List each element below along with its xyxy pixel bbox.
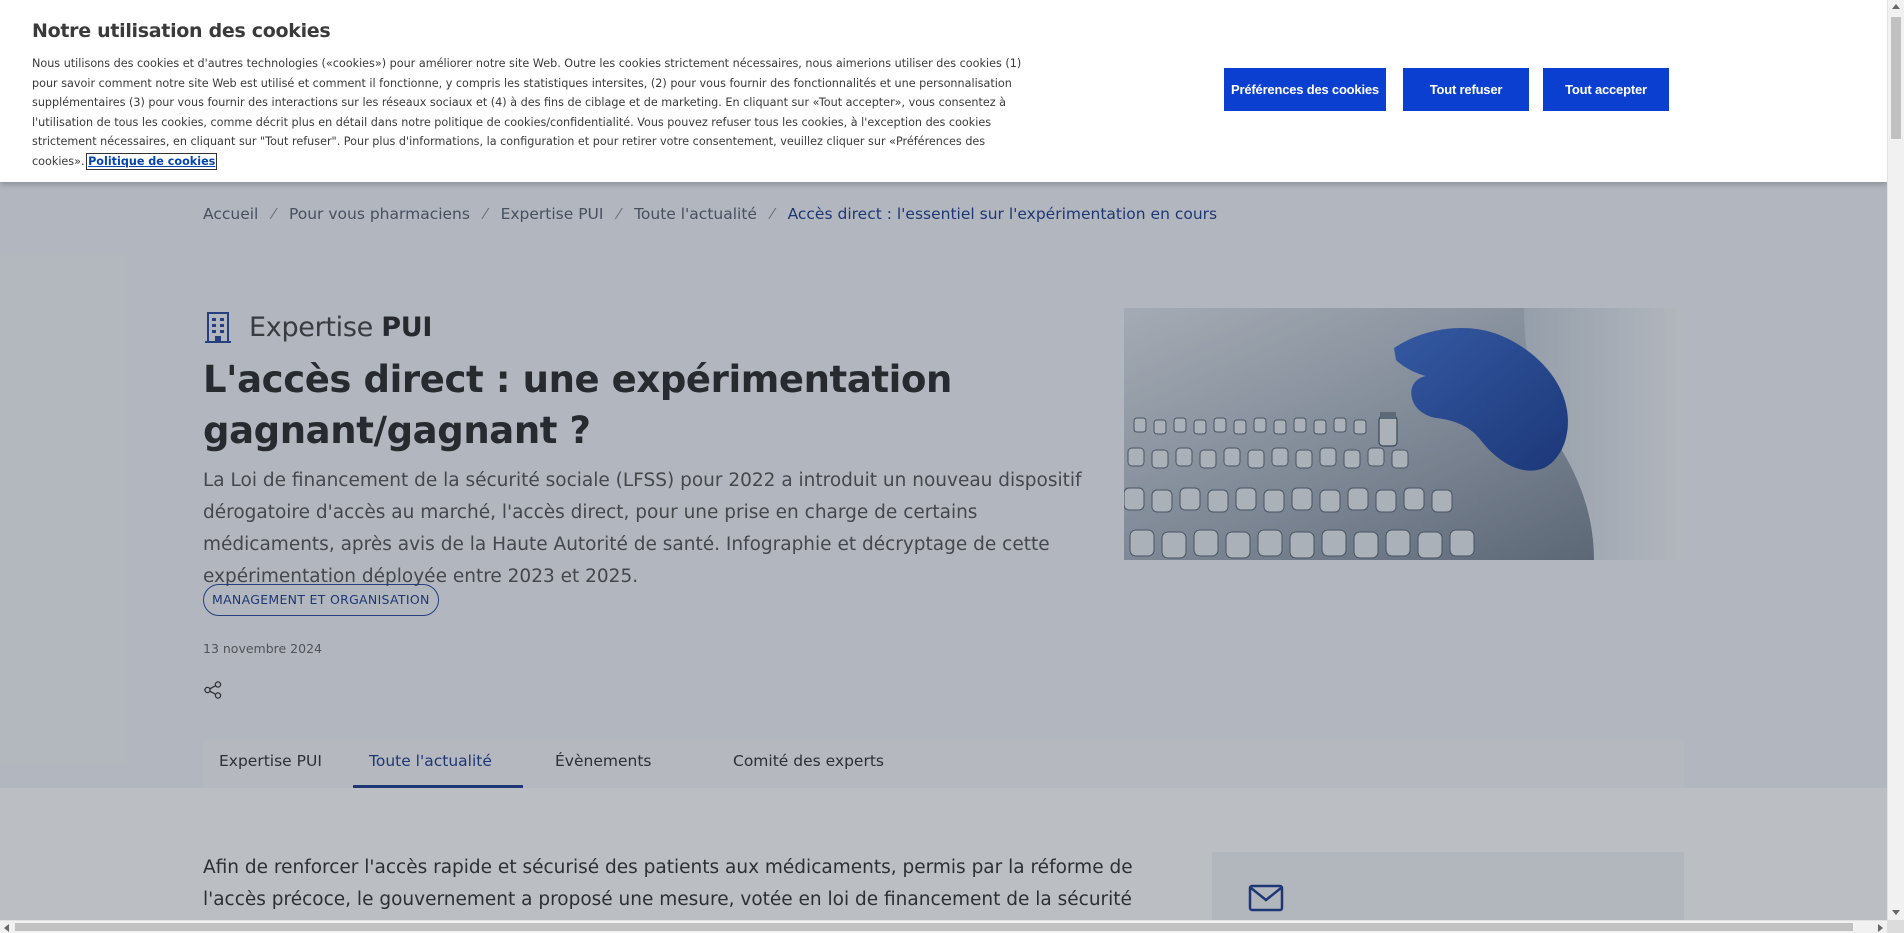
cookie-policy-link[interactable]: Politique de cookies (86, 152, 218, 170)
scroll-down-arrow-icon[interactable] (1892, 910, 1900, 915)
cookie-description: Nous utilisons des cookies et d'autres t… (32, 57, 1022, 168)
horizontal-scrollbar[interactable] (0, 920, 1887, 933)
horizontal-scroll-thumb[interactable] (15, 923, 1853, 931)
cookie-title: Notre utilisation des cookies (32, 20, 331, 42)
scrollbar-corner (1887, 920, 1904, 933)
scroll-left-arrow-icon[interactable] (4, 924, 9, 932)
cookie-banner: Notre utilisation des cookies Nous utili… (0, 0, 1887, 182)
vertical-scrollbar[interactable] (1887, 0, 1904, 920)
vertical-scroll-thumb[interactable] (1891, 17, 1901, 139)
accept-all-button[interactable]: Tout accepter (1543, 68, 1669, 111)
cookie-text: Nous utilisons des cookies et d'autres t… (32, 54, 1032, 171)
scroll-up-arrow-icon[interactable] (1892, 4, 1900, 9)
refuse-all-button[interactable]: Tout refuser (1403, 68, 1529, 111)
cookie-preferences-button[interactable]: Préférences des cookies (1224, 68, 1386, 111)
scroll-right-arrow-icon[interactable] (1878, 924, 1883, 932)
